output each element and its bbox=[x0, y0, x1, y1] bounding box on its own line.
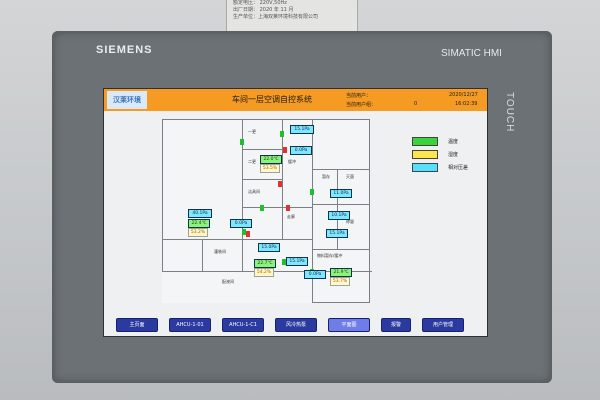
wall bbox=[312, 249, 369, 250]
hmi-screen: 汉莱环境 车间一层空调自控系统 当前用户： 当前用户组： 0 2020/12/2… bbox=[103, 88, 488, 337]
current-user-label: 当前用户： bbox=[346, 93, 372, 99]
room-label: 物料暂存/缓冲 bbox=[317, 253, 343, 258]
pressure-reading: 40.1Pa bbox=[188, 209, 212, 218]
nameplate: 额定电压： 220V,50Hz 出厂日期： 2020 年 11 月 生产单位：上… bbox=[226, 0, 358, 35]
nameplate-line: 出厂日期： 2020 年 11 月 bbox=[233, 7, 294, 13]
damper-open[interactable] bbox=[280, 131, 284, 137]
room-label: 洁具间 bbox=[248, 189, 260, 194]
damper-closed[interactable] bbox=[286, 205, 290, 211]
room-label: 一更 bbox=[248, 129, 256, 134]
room-label: 二更 bbox=[248, 159, 256, 164]
pressure-reading: 0.0Pa bbox=[230, 219, 252, 228]
legend-label: 湿度 bbox=[448, 152, 459, 158]
humidity-reading: 53.5% bbox=[260, 164, 280, 173]
wall bbox=[312, 302, 370, 303]
humidity-reading: 53.2% bbox=[188, 228, 208, 237]
current-user-group-label: 当前用户组： bbox=[346, 102, 377, 108]
current-user-group-value: 0 bbox=[414, 101, 418, 107]
pressure-reading: 10.1Pa bbox=[328, 211, 350, 220]
damper-closed[interactable] bbox=[278, 181, 282, 187]
wall bbox=[242, 149, 282, 150]
legend-item: 相对压差 bbox=[412, 163, 482, 173]
legend-item: 湿度 bbox=[412, 150, 482, 160]
wall bbox=[162, 239, 312, 240]
pressure-reading: 15.1Pa bbox=[286, 257, 308, 266]
pressure-reading: 0.0Pa bbox=[304, 270, 326, 279]
room-label: 缓冲 bbox=[288, 159, 296, 164]
wall bbox=[312, 169, 369, 170]
company-logo: 汉莱环境 bbox=[107, 91, 147, 109]
room-label: 暂存 bbox=[322, 174, 330, 179]
hmi-model-label: SIMATIC HMI bbox=[441, 48, 502, 59]
time-display: 16:02:39 bbox=[455, 101, 478, 107]
room-label: 灌装间 bbox=[214, 249, 226, 254]
wall bbox=[369, 119, 370, 303]
title-bar: 汉莱环境 车间一层空调自控系统 当前用户： 当前用户组： 0 2020/12/2… bbox=[104, 89, 487, 111]
legend-swatch bbox=[412, 150, 438, 159]
wall bbox=[312, 204, 369, 205]
nav-button-home[interactable]: 主页面 bbox=[116, 318, 158, 332]
page-title: 车间一层空调自控系统 bbox=[232, 95, 312, 104]
damper-open[interactable] bbox=[310, 189, 314, 195]
date-display: 2020/12/27 bbox=[449, 92, 478, 98]
humidity-reading: 53.7% bbox=[330, 277, 350, 286]
temperature-reading: 22.0℃ bbox=[260, 155, 282, 164]
nav-button-user-management[interactable]: 用户管理 bbox=[422, 318, 464, 332]
humidity-reading: 54.2% bbox=[254, 268, 274, 277]
touch-label: TOUCH bbox=[504, 92, 515, 133]
damper-closed[interactable] bbox=[283, 147, 287, 153]
legend-swatch bbox=[412, 137, 438, 146]
room-label: 走廊 bbox=[287, 214, 295, 219]
wall bbox=[282, 119, 283, 239]
temperature-reading: 22.7℃ bbox=[254, 259, 276, 268]
pressure-reading: 15.0Pa bbox=[258, 243, 280, 252]
pressure-reading: 0.0Pa bbox=[290, 146, 312, 155]
siemens-logo: SIEMENS bbox=[96, 44, 153, 56]
damper-open[interactable] bbox=[240, 139, 244, 145]
damper-closed[interactable] bbox=[246, 231, 250, 237]
pressure-reading: 11.0Pa bbox=[330, 189, 352, 198]
temperature-reading: 22.4℃ bbox=[188, 219, 210, 228]
legend-swatch bbox=[412, 163, 438, 172]
legend-label: 温度 bbox=[448, 139, 459, 145]
floor-plan: 一更 二更 缓冲 洁具间 配液间 灌装间 暂存 灭菌 称量 物料暂存/缓冲 走廊… bbox=[162, 119, 372, 303]
nav-button-floor-plan[interactable]: 平面图 bbox=[328, 318, 370, 332]
pressure-reading: 15.1Pa bbox=[290, 125, 314, 134]
pressure-reading: 15.1Pa bbox=[326, 229, 348, 238]
wall bbox=[242, 179, 282, 180]
legend-item: 温度 bbox=[412, 137, 482, 147]
damper-open[interactable] bbox=[260, 205, 264, 211]
room-label: 配液间 bbox=[222, 279, 234, 284]
nav-button-heat-pump[interactable]: 风冷热泵 bbox=[275, 318, 317, 332]
legend-label: 相对压差 bbox=[448, 165, 469, 171]
wall bbox=[162, 119, 163, 271]
wall bbox=[242, 207, 312, 208]
nav-button-ahcu-1-c1[interactable]: AHCU-1-C1 bbox=[222, 318, 264, 332]
room-label: 灭菌 bbox=[346, 174, 354, 179]
temperature-reading: 21.9℃ bbox=[330, 268, 352, 277]
nameplate-line: 生产单位：上海双莱环境科技有限公司 bbox=[233, 14, 319, 20]
wall bbox=[202, 239, 203, 271]
wall bbox=[162, 119, 370, 120]
nameplate-line: 额定电压： 220V,50Hz bbox=[233, 0, 287, 6]
nav-button-ahcu-1-01[interactable]: AHCU-1-01 bbox=[169, 318, 211, 332]
nav-button-alarm[interactable]: 报警 bbox=[381, 318, 411, 332]
